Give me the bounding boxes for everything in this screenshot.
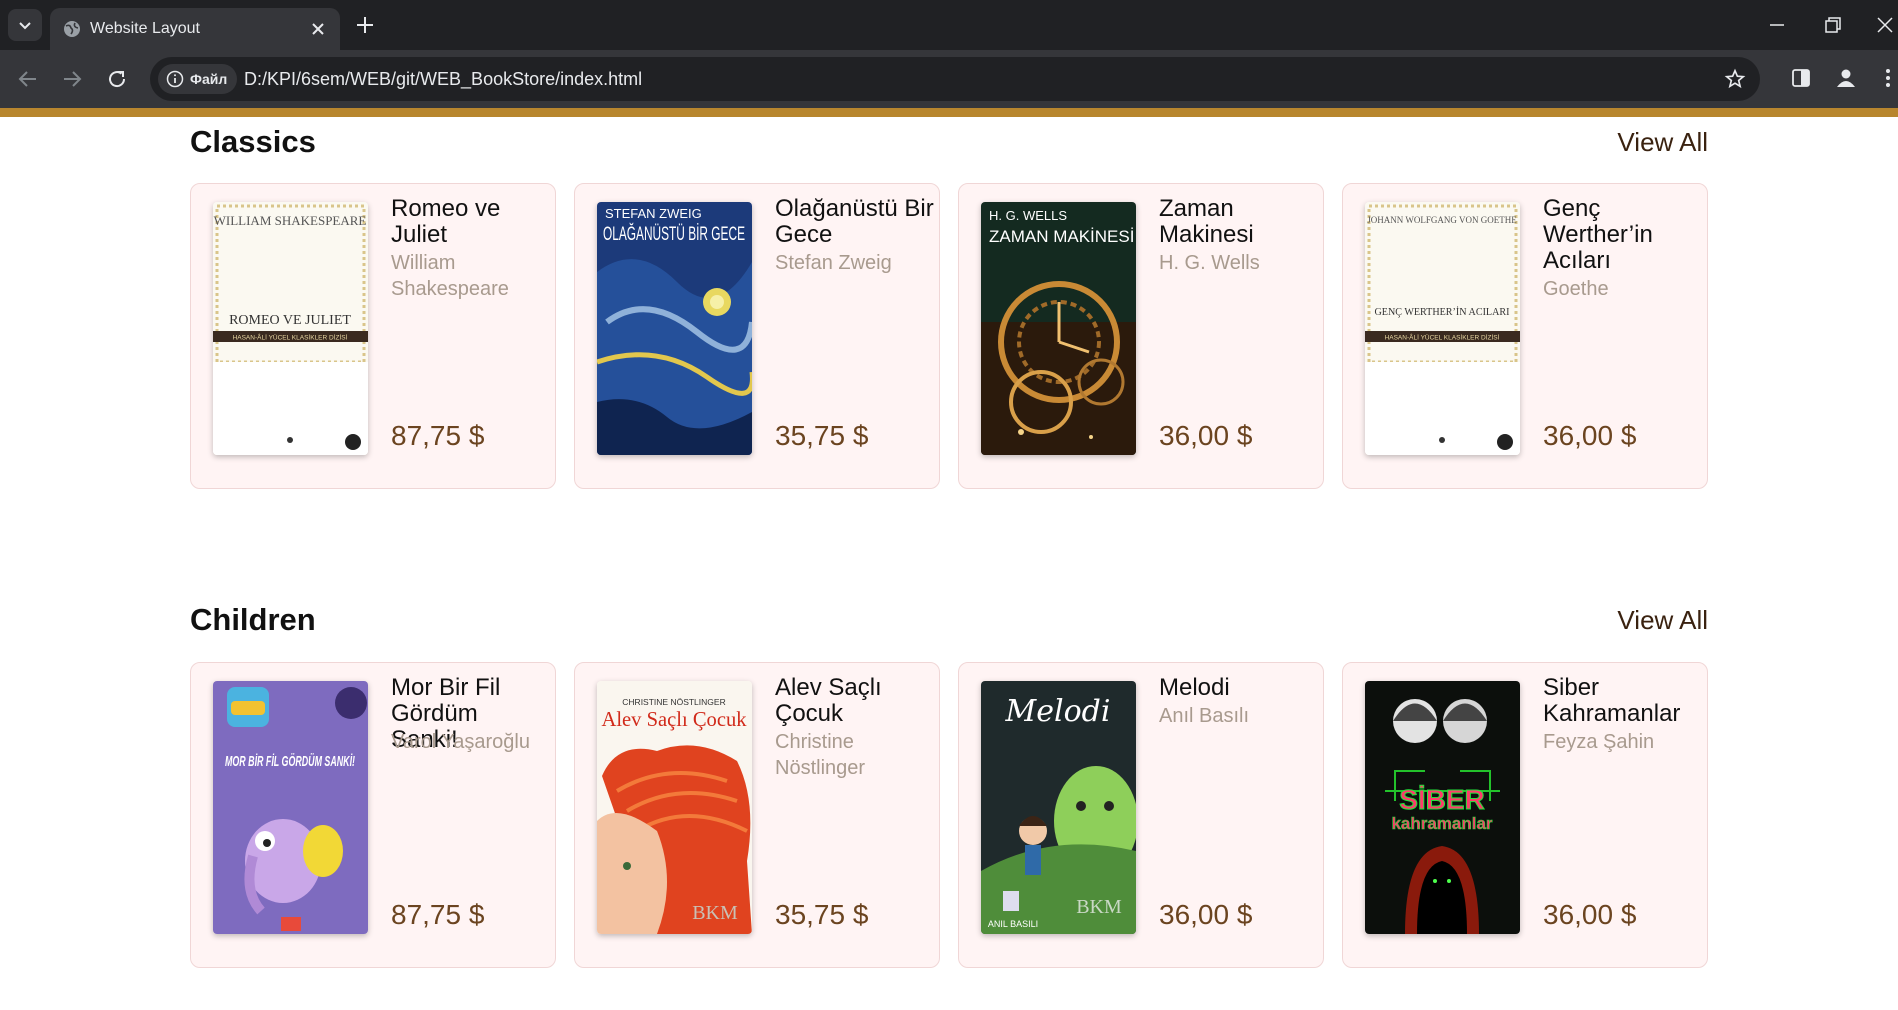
menu-dots-icon[interactable] bbox=[1882, 67, 1894, 89]
book-cover-alev-sacli-cocuk: CHRISTINE NÖSTLINGER Alev Saçlı Çocuk BK… bbox=[597, 681, 752, 934]
browser-toolbar: Файл D:/KPI/6sem/WEB/git/WEB_BookStore/i… bbox=[0, 50, 1898, 108]
book-author: Varol Yaşaroğlu bbox=[391, 731, 530, 753]
book-cover-wells: H. G. WELLS ZAMAN MAKİNESİ bbox=[981, 202, 1136, 455]
book-cover-melodi: Melodi ANIL BASILI BKM bbox=[981, 681, 1136, 934]
svg-text:BKM: BKM bbox=[692, 902, 738, 924]
book-title[interactable]: Melodi bbox=[1159, 675, 1319, 701]
svg-text:STEFAN ZWEIG: STEFAN ZWEIG bbox=[605, 206, 702, 221]
book-card[interactable]: CHRISTINE NÖSTLINGER Alev Saçlı Çocuk BK… bbox=[574, 662, 940, 968]
svg-text:GENÇ WERTHER’İN ACILARI: GENÇ WERTHER’İN ACILARI bbox=[1375, 306, 1510, 318]
book-author: H. G. Wells bbox=[1159, 252, 1260, 274]
reload-icon[interactable] bbox=[105, 67, 129, 91]
book-title[interactable]: Alev Saçlı Çocuk bbox=[775, 675, 935, 727]
book-price: 36,00 $ bbox=[1159, 899, 1253, 930]
section-classics: Classics View All WILLIAM SHAKESPEARE RO… bbox=[190, 124, 1708, 494]
close-window-icon[interactable] bbox=[1874, 14, 1896, 36]
book-author: Christine Nöstlinger bbox=[775, 731, 866, 779]
book-cover[interactable]: JOHANN WOLFGANG VON GOETHE GENÇ WERTHER’… bbox=[1365, 202, 1520, 455]
book-card[interactable]: MOR BİR FİL GÖRDÜM SANKİ! Mor Bir Fil Gö… bbox=[190, 662, 556, 968]
url-text[interactable]: D:/KPI/6sem/WEB/git/WEB_BookStore/index.… bbox=[244, 69, 642, 90]
tab-title: Website Layout bbox=[90, 20, 200, 37]
book-author: Feyza Şahin bbox=[1543, 731, 1655, 753]
side-panel-icon[interactable] bbox=[1790, 67, 1812, 89]
book-price: 36,00 $ bbox=[1159, 420, 1253, 451]
minimize-icon[interactable] bbox=[1766, 14, 1788, 36]
section-title: Children bbox=[190, 602, 316, 637]
info-icon bbox=[166, 70, 184, 88]
book-card[interactable]: H. G. WELLS ZAMAN MAKİNESİ Zaman Makines… bbox=[958, 183, 1324, 489]
browser-tab-bar: Website Layout bbox=[0, 0, 1898, 50]
book-cover[interactable]: H. G. WELLS ZAMAN MAKİNESİ bbox=[981, 202, 1136, 455]
svg-text:HASAN-ÂLİ YÜCEL KLASİKLER DİZİ: HASAN-ÂLİ YÜCEL KLASİKLER DİZİSİ bbox=[1385, 333, 1500, 342]
book-cover-zweig: STEFAN ZWEIG OLAĞANÜSTÜ BİR GECE bbox=[597, 202, 752, 455]
svg-text:Alev Saçlı Çocuk: Alev Saçlı Çocuk bbox=[602, 707, 747, 731]
book-price: 87,75 $ bbox=[391, 899, 485, 930]
book-author: Stefan Zweig bbox=[775, 252, 892, 274]
book-title[interactable]: Siber Kahramanlar bbox=[1543, 675, 1703, 727]
browser-tab[interactable]: Website Layout bbox=[50, 8, 340, 50]
section-children: Children View All MOR BİR FİL GÖRDÜM SAN… bbox=[190, 602, 1708, 972]
book-cover-romeo: WILLIAM SHAKESPEARE ROMEO VE JULIET HASA… bbox=[213, 202, 368, 455]
site-info-label: Файл bbox=[190, 71, 228, 87]
book-price: 87,75 $ bbox=[391, 420, 485, 451]
chevron-down-icon bbox=[19, 22, 31, 30]
book-card[interactable]: WILLIAM SHAKESPEARE ROMEO VE JULIET HASA… bbox=[190, 183, 556, 489]
svg-text:ZAMAN MAKİNESİ: ZAMAN MAKİNESİ bbox=[989, 227, 1134, 246]
book-cover-goethe: JOHANN WOLFGANG VON GOETHE GENÇ WERTHER’… bbox=[1365, 202, 1520, 455]
section-title: Classics bbox=[190, 124, 316, 159]
svg-text:BKM: BKM bbox=[1076, 896, 1122, 918]
book-cover[interactable]: MOR BİR FİL GÖRDÜM SANKİ! bbox=[213, 681, 368, 934]
close-tab-icon[interactable] bbox=[308, 19, 328, 39]
profile-icon[interactable] bbox=[1835, 67, 1857, 89]
view-all-link[interactable]: View All bbox=[1617, 127, 1708, 158]
svg-text:kahramanlar: kahramanlar bbox=[1391, 814, 1492, 833]
book-title[interactable]: Olağanüstü Bir Gece bbox=[775, 196, 935, 248]
svg-text:JOHANN WOLFGANG VON GOETHE: JOHANN WOLFGANG VON GOETHE bbox=[1367, 215, 1517, 225]
svg-text:CHRISTINE NÖSTLINGER: CHRISTINE NÖSTLINGER bbox=[622, 697, 725, 707]
book-card[interactable]: SİBER kahramanlar Siber Kahramanlar Feyz… bbox=[1342, 662, 1708, 968]
book-cover[interactable]: CHRISTINE NÖSTLINGER Alev Saçlı Çocuk BK… bbox=[597, 681, 752, 934]
svg-text:Melodi: Melodi bbox=[1005, 694, 1111, 729]
book-cover[interactable]: STEFAN ZWEIG OLAĞANÜSTÜ BİR GECE bbox=[597, 202, 752, 455]
svg-text:ANIL BASILI: ANIL BASILI bbox=[988, 919, 1038, 929]
book-price: 36,00 $ bbox=[1543, 899, 1637, 930]
restore-icon[interactable] bbox=[1822, 14, 1844, 36]
back-arrow-icon[interactable] bbox=[16, 67, 40, 91]
address-bar[interactable]: Файл D:/KPI/6sem/WEB/git/WEB_BookStore/i… bbox=[150, 57, 1760, 101]
forward-arrow-icon[interactable] bbox=[60, 67, 84, 91]
svg-text:MOR BİR FİL GÖRDÜM SANKİ!: MOR BİR FİL GÖRDÜM SANKİ! bbox=[225, 753, 355, 770]
new-tab-icon[interactable] bbox=[354, 14, 376, 36]
svg-text:H. G. WELLS: H. G. WELLS bbox=[989, 208, 1067, 223]
book-cover[interactable]: SİBER kahramanlar bbox=[1365, 681, 1520, 934]
book-cover[interactable]: WILLIAM SHAKESPEARE ROMEO VE JULIET HASA… bbox=[213, 202, 368, 455]
book-card[interactable]: STEFAN ZWEIG OLAĞANÜSTÜ BİR GECE Olağanü… bbox=[574, 183, 940, 489]
book-card[interactable]: JOHANN WOLFGANG VON GOETHE GENÇ WERTHER’… bbox=[1342, 183, 1708, 489]
svg-text:WILLIAM SHAKESPEARE: WILLIAM SHAKESPEARE bbox=[214, 213, 367, 228]
site-info-chip[interactable]: Файл bbox=[158, 64, 238, 94]
svg-text:HASAN-ÂLİ YÜCEL KLASİKLER DİZİ: HASAN-ÂLİ YÜCEL KLASİKLER DİZİSİ bbox=[233, 333, 348, 342]
book-price: 35,75 $ bbox=[775, 899, 869, 930]
book-price: 36,00 $ bbox=[1543, 420, 1637, 451]
book-author: William Shakespeare bbox=[391, 252, 509, 300]
book-title[interactable]: Genç Werther’in Acıları bbox=[1543, 196, 1703, 274]
globe-icon bbox=[64, 21, 80, 37]
svg-text:SİBER: SİBER bbox=[1399, 784, 1485, 815]
svg-text:ROMEO VE JULIET: ROMEO VE JULIET bbox=[229, 313, 351, 328]
book-price: 35,75 $ bbox=[775, 420, 869, 451]
book-author: Anıl Basılı bbox=[1159, 705, 1250, 727]
view-all-link[interactable]: View All bbox=[1617, 605, 1708, 636]
bookmark-star-icon[interactable] bbox=[1724, 68, 1746, 90]
book-title[interactable]: Romeo ve Juliet bbox=[391, 196, 551, 248]
book-card[interactable]: Melodi ANIL BASILI BKM Melodi Anıl Basıl… bbox=[958, 662, 1324, 968]
book-cover[interactable]: Melodi ANIL BASILI BKM bbox=[981, 681, 1136, 934]
book-cover-siber-kahramanlar: SİBER kahramanlar bbox=[1365, 681, 1520, 934]
header-accent-line bbox=[0, 108, 1898, 117]
book-cover-mor-bir-fil: MOR BİR FİL GÖRDÜM SANKİ! bbox=[213, 681, 368, 934]
book-author: Goethe bbox=[1543, 278, 1609, 300]
svg-text:OLAĞANÜSTÜ BİR GECE: OLAĞANÜSTÜ BİR GECE bbox=[603, 223, 745, 245]
tab-search-button[interactable] bbox=[8, 9, 42, 41]
book-title[interactable]: Zaman Makinesi bbox=[1159, 196, 1319, 248]
